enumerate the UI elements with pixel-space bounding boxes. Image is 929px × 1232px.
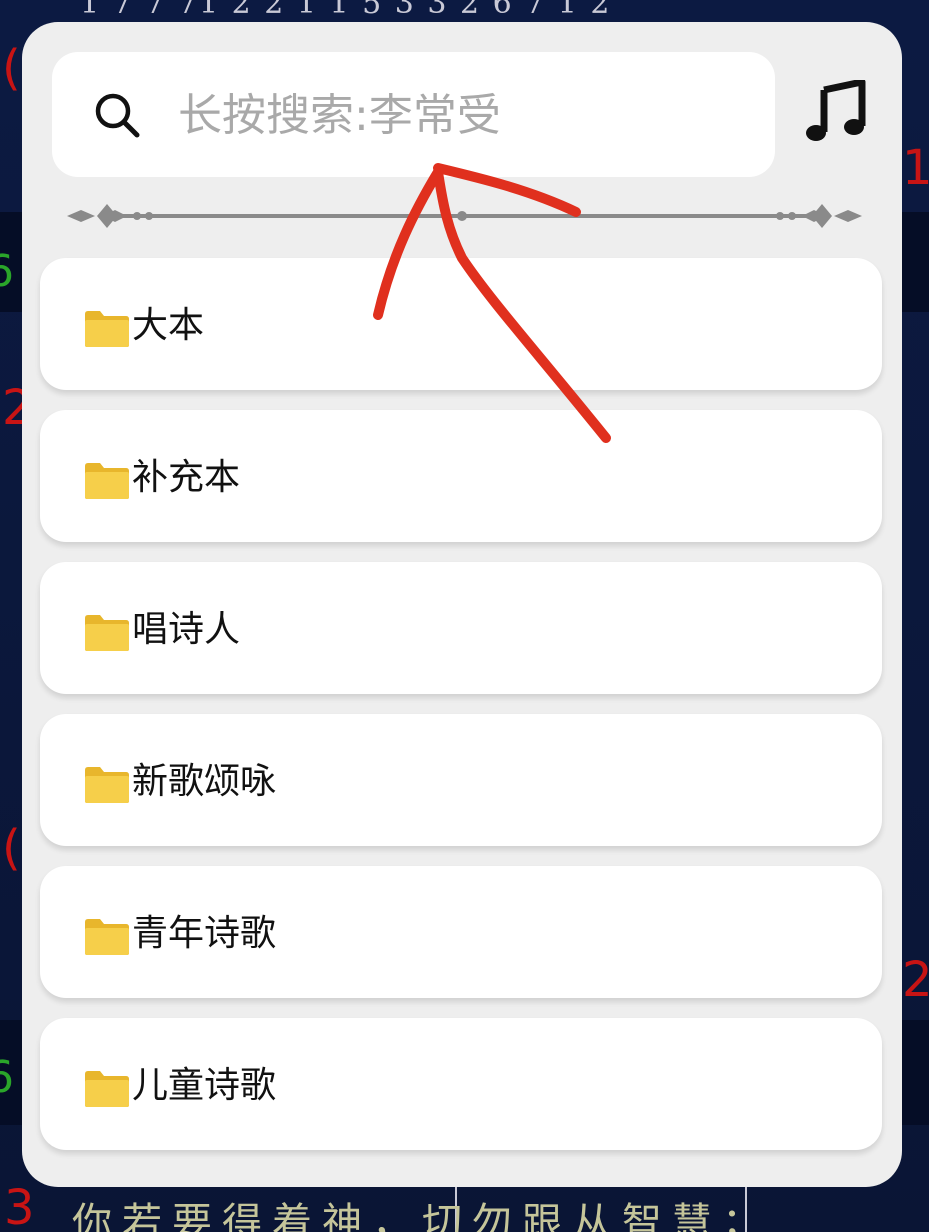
folder-item-ertongshige[interactable]: 儿童诗歌: [40, 1018, 882, 1150]
search-input[interactable]: [178, 80, 738, 150]
background-notes: 1 7 7 71 2 2 1 1 5 3 3 2 6 7 1 2: [80, 0, 612, 21]
folder-label: 大本: [132, 305, 205, 346]
folder-label: 唱诗人: [132, 609, 241, 650]
folder-icon: [85, 615, 129, 651]
folder-item-changshiren[interactable]: 唱诗人: [40, 562, 882, 694]
folder-item-daben[interactable]: 大本: [40, 258, 882, 390]
folder-icon: [85, 1071, 129, 1107]
ornamental-divider: [67, 204, 862, 228]
folder-label: 青年诗歌: [132, 913, 277, 954]
folder-item-xingesongyong[interactable]: 新歌颂咏: [40, 714, 882, 846]
search-bar[interactable]: [52, 52, 775, 177]
folder-item-buchongben[interactable]: 补充本: [40, 410, 882, 542]
folder-icon: [85, 919, 129, 955]
folder-icon: [85, 311, 129, 347]
background-lyric: 你若要得着神，切勿跟从智慧；: [72, 1200, 772, 1232]
folder-label: 补充本: [132, 457, 241, 498]
verse-number: 3: [4, 1180, 35, 1232]
folder-label: 儿童诗歌: [132, 1065, 277, 1106]
folder-icon: [85, 463, 129, 499]
folder-item-qingnianshige[interactable]: 青年诗歌: [40, 866, 882, 998]
folder-label: 新歌颂咏: [132, 761, 277, 802]
folder-icon: [85, 767, 129, 803]
search-icon: [95, 93, 140, 138]
songbook-panel: 大本 补充本 唱诗人 新歌颂咏: [22, 22, 902, 1187]
music-note-icon[interactable]: [806, 80, 866, 144]
